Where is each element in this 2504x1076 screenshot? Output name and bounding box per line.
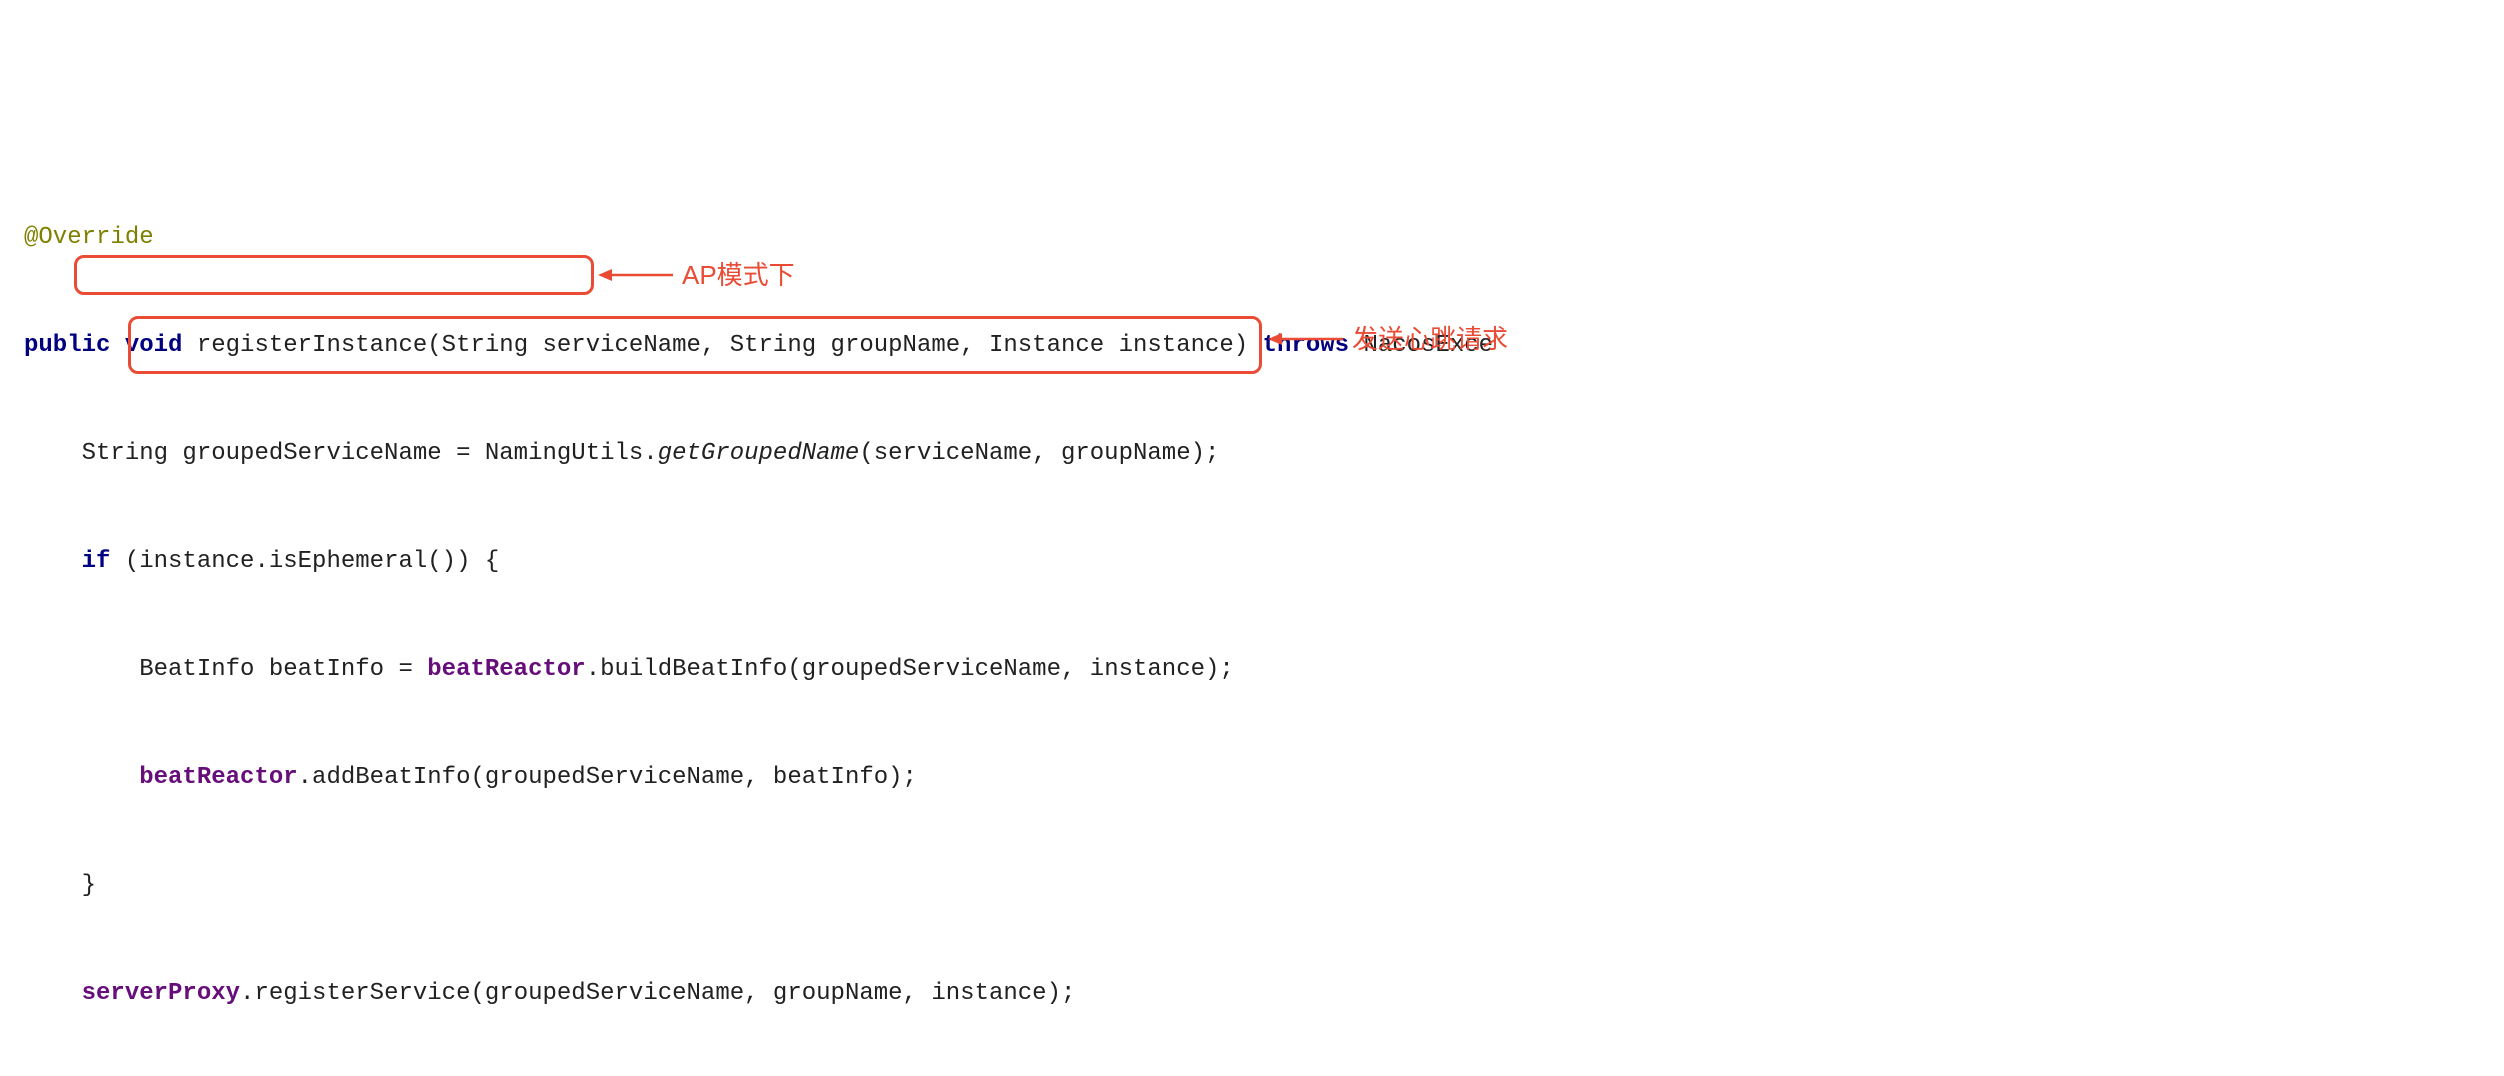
code-line-3: String groupedServiceName = NamingUtils.… <box>0 436 2504 472</box>
code-line-7: } <box>0 868 2504 904</box>
line3-prefix: String groupedServiceName = NamingUtils. <box>24 440 658 467</box>
line8-rest: .registerService(groupedServiceName, gro… <box>240 980 1075 1007</box>
static-method-call: getGroupedName <box>658 440 860 467</box>
annotation-label-ap-mode: AP模式下 <box>682 256 795 295</box>
line4-indent <box>24 548 82 575</box>
field-serverproxy: serverProxy <box>82 980 240 1007</box>
line8-indent <box>24 980 82 1007</box>
closing-brace-if: } <box>24 872 96 899</box>
if-condition: (instance.isEphemeral()) { <box>110 548 499 575</box>
code-line-1: @Override <box>0 220 2504 256</box>
field-beatreactor-1: beatReactor <box>427 656 585 683</box>
code-line-8: serverProxy.registerService(groupedServi… <box>0 976 2504 1012</box>
line6-indent <box>24 764 139 791</box>
field-beatreactor-2: beatReactor <box>139 764 297 791</box>
line6-rest: .addBeatInfo(groupedServiceName, beatInf… <box>298 764 917 791</box>
line3-rest: (serviceName, groupName); <box>859 440 1219 467</box>
line5-indent: BeatInfo beatInfo = <box>24 656 427 683</box>
code-line-5: BeatInfo beatInfo = beatReactor.buildBea… <box>0 652 2504 688</box>
code-line-6: beatReactor.addBeatInfo(groupedServiceNa… <box>0 760 2504 796</box>
keyword-void: void <box>125 332 183 359</box>
code-line-2: public void registerInstance(String serv… <box>0 328 2504 364</box>
override-annotation: @Override <box>24 224 154 251</box>
keyword-public: public <box>24 332 110 359</box>
arrow-1 <box>598 262 678 288</box>
keyword-if: if <box>82 548 111 575</box>
annotation-label-heartbeat: 发送心跳请求 <box>1352 320 1508 359</box>
line5-rest: .buildBeatInfo(groupedServiceName, insta… <box>586 656 1234 683</box>
code-line-4: if (instance.isEphemeral()) { <box>0 544 2504 580</box>
highlight-box-if-condition <box>74 255 594 295</box>
method-signature: registerInstance(String serviceName, Str… <box>182 332 1262 359</box>
code-block: @Override public void registerInstance(S… <box>0 144 2504 1076</box>
keyword-throws: throws <box>1263 332 1349 359</box>
